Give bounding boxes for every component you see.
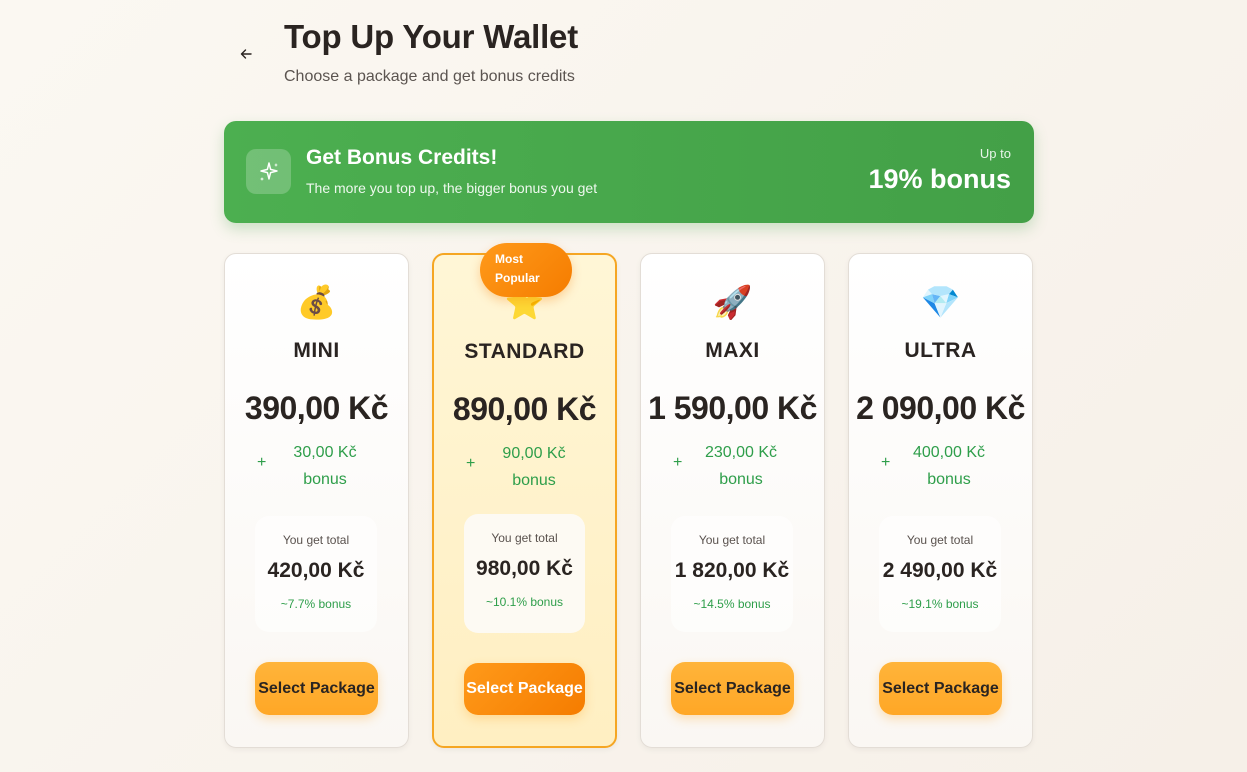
- rocket-icon: 🚀: [712, 284, 753, 320]
- total-bonus-percent: ~14.5% bonus: [693, 597, 771, 611]
- bonus-banner: Get Bonus Credits! The more you top up, …: [224, 121, 1034, 223]
- bonus-amount-value: 30,00 Kč: [293, 444, 357, 461]
- total-bonus-percent: ~10.1% bonus: [485, 595, 564, 609]
- package-card-mini: 💰 MINI 390,00 Kč + 30,00 Kč bonus You ge…: [224, 253, 409, 748]
- total-value: 1 820,00 Kč: [674, 559, 790, 582]
- bonus-amount: 30,00 Kč bonus: [275, 439, 375, 493]
- package-name: MAXI: [705, 339, 760, 362]
- bonus-amount: 400,00 Kč bonus: [899, 439, 999, 493]
- package-price: 390,00 Kč: [244, 390, 389, 426]
- total-box: You get total 1 820,00 Kč ~14.5% bonus: [671, 516, 793, 632]
- package-name: ULTRA: [904, 339, 977, 362]
- bonus-amount-value: 90,00 Kč: [502, 445, 566, 462]
- package-price: 2 090,00 Kč: [856, 390, 1025, 426]
- bonus-amount-label: bonus: [512, 472, 556, 489]
- banner-subtitle: The more you top up, the bigger bonus yo…: [306, 180, 598, 196]
- most-popular-badge: Most Popular: [480, 243, 572, 297]
- package-card-maxi: 🚀 MAXI 1 590,00 Kč + 230,00 Kč bonus You…: [640, 253, 825, 748]
- package-card-ultra: 💎 ULTRA 2 090,00 Kč + 400,00 Kč bonus Yo…: [848, 253, 1033, 748]
- total-box: You get total 980,00 Kč ~10.1% bonus: [464, 514, 585, 633]
- money-bag-icon: 💰: [296, 284, 337, 320]
- banner-upto-label: Up to: [979, 146, 1011, 161]
- plus-sign: +: [257, 454, 267, 471]
- arrow-left-icon: [239, 47, 253, 65]
- bonus-amount: 90,00 Kč bonus: [484, 440, 584, 494]
- total-label: You get total: [906, 533, 974, 547]
- bonus-amount-label: bonus: [719, 471, 763, 488]
- bonus-amount: 230,00 Kč bonus: [691, 439, 791, 493]
- total-box: You get total 420,00 Kč ~7.7% bonus: [255, 516, 377, 632]
- bonus-amount-value: 400,00 Kč: [912, 444, 986, 461]
- total-label: You get total: [698, 533, 766, 547]
- total-value: 420,00 Kč: [267, 559, 365, 582]
- bonus-amount-label: bonus: [927, 471, 971, 488]
- plus-sign: +: [466, 455, 476, 472]
- package-name: STANDARD: [464, 340, 585, 363]
- badge-line-2: Popular: [495, 271, 540, 285]
- banner-title: Get Bonus Credits!: [306, 146, 498, 169]
- bonus-amount-label: bonus: [303, 471, 347, 488]
- total-value: 2 490,00 Kč: [882, 559, 998, 582]
- plus-sign: +: [881, 454, 891, 471]
- badge-line-1: Most: [495, 252, 523, 266]
- package-card-standard: Most Popular ⭐ STANDARD 890,00 Kč + 90,0…: [432, 243, 617, 748]
- back-button[interactable]: [232, 42, 260, 70]
- banner-max-bonus: 19% bonus: [868, 164, 1011, 194]
- select-package-button-maxi[interactable]: Select Package: [671, 662, 794, 715]
- diamond-icon: 💎: [920, 284, 961, 320]
- plus-sign: +: [673, 454, 683, 471]
- page-title: Top Up Your Wallet: [284, 18, 578, 55]
- total-value: 980,00 Kč: [476, 557, 573, 580]
- select-package-button-ultra[interactable]: Select Package: [879, 662, 1002, 715]
- package-price: 890,00 Kč: [452, 391, 597, 427]
- bonus-amount-value: 230,00 Kč: [704, 444, 778, 461]
- page-subtitle: Choose a package and get bonus credits: [284, 68, 575, 85]
- select-package-button-mini[interactable]: Select Package: [255, 662, 378, 715]
- select-package-button-standard[interactable]: Select Package: [464, 663, 585, 715]
- package-name: MINI: [293, 339, 340, 362]
- total-box: You get total 2 490,00 Kč ~19.1% bonus: [879, 516, 1001, 632]
- sparkles-icon: [246, 149, 291, 194]
- total-bonus-percent: ~19.1% bonus: [901, 597, 979, 611]
- total-bonus-percent: ~7.7% bonus: [280, 597, 352, 611]
- total-label: You get total: [282, 533, 350, 547]
- package-price: 1 590,00 Kč: [648, 390, 817, 426]
- total-label: You get total: [491, 531, 558, 545]
